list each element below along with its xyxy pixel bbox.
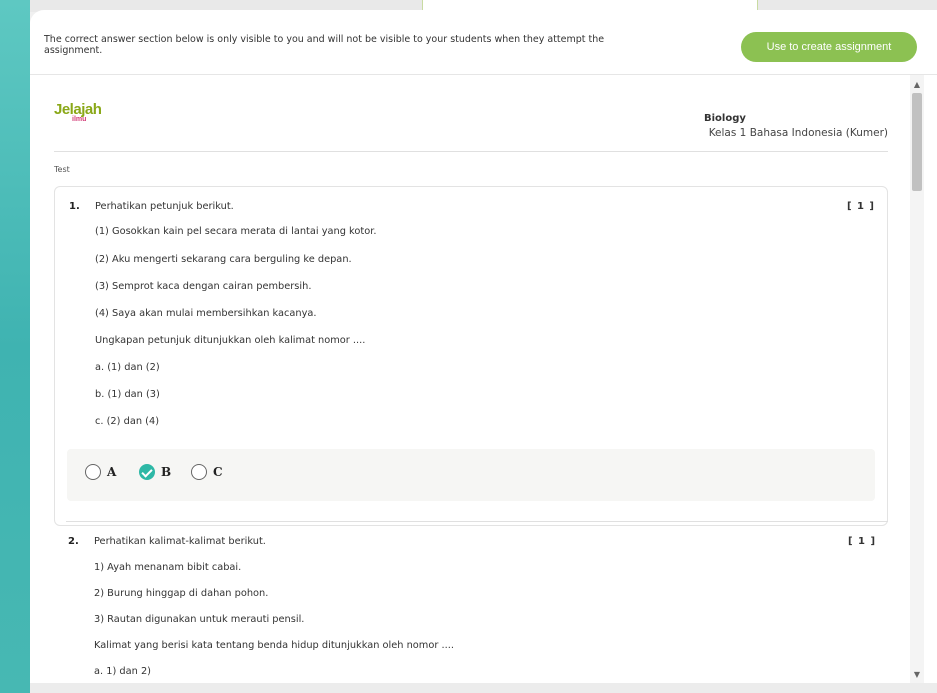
background-sidebar: [0, 0, 30, 693]
question-marks: [ 1 ]: [846, 201, 875, 212]
use-to-create-assignment-button[interactable]: Use to create assignment: [741, 32, 917, 62]
teacher-notice: The correct answer section below is only…: [44, 34, 605, 56]
answer-option-label: C: [213, 465, 223, 479]
correct-answer-section: A B C: [67, 449, 875, 501]
question-number: 1.: [69, 201, 80, 212]
vertical-scrollbar[interactable]: ▲ ▼: [910, 75, 924, 683]
choice-a: a. (1) dan (2): [95, 362, 160, 373]
answer-key-modal: The correct answer section below is only…: [30, 10, 937, 693]
question-line: (3) Semprot kaca dengan cairan pembersih…: [95, 281, 312, 292]
answer-option-a[interactable]: A: [85, 464, 116, 480]
scroll-up-icon[interactable]: ▲: [910, 77, 924, 91]
subject-title: Biology: [704, 113, 746, 124]
answer-option-label: B: [161, 465, 172, 479]
answer-option-c[interactable]: C: [191, 464, 223, 480]
question-divider: [66, 521, 888, 522]
question-text: Perhatikan petunjuk berikut.: [95, 201, 234, 212]
question-line: 3) Rautan digunakan untuk merauti pensil…: [94, 614, 305, 625]
radio-unchecked-icon[interactable]: [191, 464, 207, 480]
question-line: 2) Burung hinggap di dahan pohon.: [94, 588, 269, 599]
scroll-thumb[interactable]: [912, 93, 922, 191]
question-line: (1) Gosokkan kain pel secara merata di l…: [95, 226, 377, 237]
question-prompt: Kalimat yang berisi kata tentang benda h…: [94, 640, 454, 651]
choice-a: a. 1) dan 2): [94, 666, 152, 677]
worksheet-header-divider: [54, 151, 888, 152]
question-prompt: Ungkapan petunjuk ditunjukkan oleh kalim…: [95, 335, 366, 346]
question-line: (4) Saya akan mulai membersihkan kacanya…: [95, 308, 317, 319]
section-label: Test: [54, 165, 70, 174]
answer-option-label: A: [107, 465, 117, 479]
question-text: Perhatikan kalimat-kalimat berikut.: [94, 536, 266, 547]
modal-footer-strip: [30, 683, 937, 693]
choice-b: b. (1) dan (3): [95, 389, 160, 400]
question-number: 2.: [68, 536, 79, 547]
logo-subtitle: ilmu: [72, 116, 87, 123]
class-name: Kelas 1 Bahasa Indonesia (Kumer): [708, 127, 888, 139]
scroll-down-icon[interactable]: ▼: [910, 667, 924, 681]
answer-option-b[interactable]: B: [139, 464, 171, 480]
choice-c: c. (2) dan (4): [95, 416, 160, 427]
question-card: 1. [ 1 ] Perhatikan petunjuk berikut. (1…: [54, 186, 888, 526]
question-line: 1) Ayah menanam bibit cabai.: [94, 562, 242, 573]
question-marks: [ 1 ]: [848, 536, 877, 547]
radio-unchecked-icon[interactable]: [85, 464, 101, 480]
worksheet-preview[interactable]: Jelajah ilmu Biology Kelas 1 Bahasa Indo…: [30, 75, 910, 683]
check-circle-icon[interactable]: [139, 464, 155, 480]
question-line: (2) Aku mengerti sekarang cara berguling…: [95, 254, 352, 265]
